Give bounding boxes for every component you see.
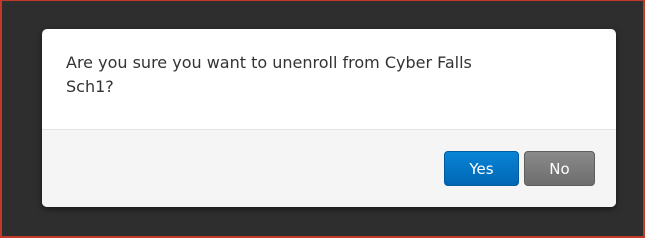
dialog-footer: Yes No (42, 129, 616, 207)
modal-overlay: Are you sure you want to unenroll from C… (0, 0, 645, 238)
yes-button[interactable]: Yes (444, 151, 519, 186)
dialog-message-line-2: Sch1? (66, 77, 114, 96)
dialog-message-line-1: Are you sure you want to unenroll from C… (66, 53, 472, 72)
confirm-dialog: Are you sure you want to unenroll from C… (42, 29, 616, 207)
dialog-message: Are you sure you want to unenroll from C… (42, 29, 616, 129)
no-button[interactable]: No (524, 151, 595, 186)
